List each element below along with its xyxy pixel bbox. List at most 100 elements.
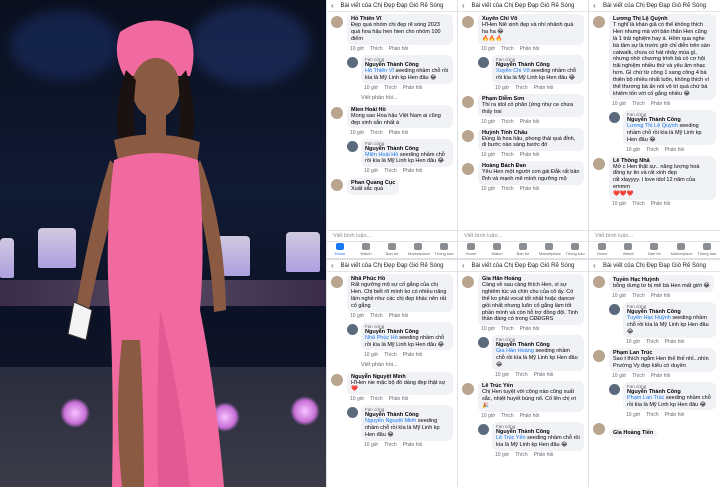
tab-home[interactable]: Home <box>461 242 481 256</box>
reply-button[interactable]: Phản hồi <box>389 130 409 136</box>
reply-button[interactable]: Phản hồi <box>534 85 554 91</box>
like-button[interactable]: Thích <box>370 130 383 136</box>
avatar[interactable] <box>609 111 620 123</box>
reply-button[interactable]: Phản hồi <box>520 119 540 125</box>
comment-input[interactable]: Viết bình luận... <box>327 230 457 241</box>
tab-notifications[interactable]: Thông báo <box>434 242 454 256</box>
avatar[interactable] <box>478 337 489 349</box>
avatar[interactable] <box>331 276 343 288</box>
reply-button[interactable]: Phản hồi <box>389 396 409 402</box>
back-arrow-icon[interactable]: ‹ <box>331 261 334 270</box>
tab-home[interactable]: Home <box>330 242 350 256</box>
like-button[interactable]: Thích <box>501 46 514 52</box>
avatar[interactable] <box>593 422 605 435</box>
like-button[interactable]: Thích <box>515 372 528 378</box>
reply-button[interactable]: Phản hồi <box>651 201 671 207</box>
mention-link[interactable]: Tuyền Hạc Huỳnh <box>627 315 671 321</box>
avatar[interactable] <box>609 383 620 395</box>
reply-button[interactable]: Phản hồi <box>520 326 540 332</box>
mention-link[interactable]: Lương Thị Lệ Quỳnh <box>627 123 678 129</box>
reply-button[interactable]: Phản hồi <box>403 85 423 91</box>
reply-button[interactable]: Phản hồi <box>665 339 685 345</box>
like-button[interactable]: Thích <box>501 186 514 192</box>
mention-link[interactable]: Gia Hân Hoàng <box>496 348 534 354</box>
like-button[interactable]: Thích <box>501 152 514 158</box>
like-button[interactable]: Thích <box>384 85 397 91</box>
reply-button[interactable]: Phản hồi <box>403 352 423 358</box>
like-button[interactable]: Thích <box>370 313 383 319</box>
back-arrow-icon[interactable]: ‹ <box>331 1 334 10</box>
tab-watch[interactable]: Watch <box>356 242 376 256</box>
tab-friends[interactable]: Bạn bè <box>513 242 533 256</box>
reply-button[interactable]: Phản hồi <box>520 413 540 419</box>
avatar[interactable] <box>347 140 358 152</box>
avatar[interactable] <box>593 157 605 170</box>
avatar[interactable] <box>331 373 343 386</box>
like-button[interactable]: Thích <box>384 442 397 448</box>
avatar[interactable] <box>462 95 474 108</box>
avatar[interactable] <box>593 16 605 28</box>
avatar[interactable] <box>462 276 474 288</box>
tab-notifications[interactable]: Thông báo <box>565 242 585 256</box>
like-button[interactable]: Thích <box>515 452 528 458</box>
tab-watch[interactable]: Watch <box>487 242 507 256</box>
reply-button[interactable]: Phản hồi <box>389 46 409 52</box>
write-reply-link[interactable]: Viết phản hồi... <box>327 359 457 370</box>
reply-button[interactable]: Phản hồi <box>534 452 554 458</box>
reply-button[interactable]: Phản hồi <box>665 412 685 418</box>
reply-button[interactable]: Phản hồi <box>403 168 423 174</box>
like-button[interactable]: Thích <box>632 293 645 299</box>
reply-button[interactable]: Phản hồi <box>403 442 423 448</box>
tab-home[interactable]: Home <box>592 242 612 256</box>
avatar[interactable] <box>347 323 358 335</box>
like-button[interactable]: Thích <box>632 101 645 107</box>
like-button[interactable]: Thích <box>646 412 659 418</box>
mention-link[interactable]: Phạm Lan Trúc <box>627 395 664 401</box>
avatar[interactable] <box>347 56 358 68</box>
reply-button[interactable]: Phản hồi <box>651 373 671 379</box>
write-reply-link[interactable]: Viết phản hồi... <box>327 92 457 103</box>
like-button[interactable]: Thích <box>384 168 397 174</box>
reply-button[interactable]: Phản hồi <box>534 372 554 378</box>
avatar[interactable] <box>478 423 489 435</box>
avatar[interactable] <box>478 56 489 68</box>
like-button[interactable]: Thích <box>632 201 645 207</box>
avatar[interactable] <box>593 349 605 362</box>
like-button[interactable]: Thích <box>370 396 383 402</box>
back-arrow-icon[interactable]: ‹ <box>593 1 596 10</box>
mention-link[interactable]: Xuyên Chi Võ <box>496 68 530 74</box>
tab-marketplace[interactable]: Marketplace <box>539 242 561 256</box>
avatar[interactable] <box>462 16 474 28</box>
avatar[interactable] <box>331 106 343 119</box>
avatar[interactable] <box>331 16 343 28</box>
reply-button[interactable]: Phản hồi <box>520 186 540 192</box>
avatar[interactable] <box>347 407 358 419</box>
mention-link[interactable]: Hồ Thiên Vĩ <box>365 68 394 74</box>
reply-button[interactable]: Phản hồi <box>651 293 671 299</box>
like-button[interactable]: Thích <box>501 326 514 332</box>
like-button[interactable]: Thích <box>632 373 645 379</box>
back-arrow-icon[interactable]: ‹ <box>462 261 465 270</box>
avatar[interactable] <box>331 179 343 192</box>
like-button[interactable]: Thích <box>646 147 659 153</box>
tab-marketplace[interactable]: Marketplace <box>408 242 430 256</box>
tab-friends[interactable]: Bạn bè <box>644 242 664 256</box>
mention-link[interactable]: Nhã Phúc Hồ <box>365 335 398 341</box>
avatar[interactable] <box>462 129 474 142</box>
like-button[interactable]: Thích <box>646 339 659 345</box>
reply-button[interactable]: Phản hồi <box>665 147 685 153</box>
tab-watch[interactable]: Watch <box>618 242 638 256</box>
avatar[interactable] <box>609 304 620 315</box>
tab-marketplace[interactable]: Marketplace <box>671 242 692 256</box>
tab-notifications[interactable]: Thông báo <box>697 242 717 256</box>
like-button[interactable]: Thích <box>384 352 397 358</box>
mention-link[interactable]: Miên Hoài Hồ <box>365 152 398 158</box>
comment-input[interactable]: Viết bình luận... <box>589 230 720 241</box>
back-arrow-icon[interactable]: ‹ <box>593 261 596 270</box>
avatar[interactable] <box>462 383 474 396</box>
comment-input[interactable]: Viết bình luận... <box>458 230 588 241</box>
like-button[interactable]: Thích <box>370 46 383 52</box>
mention-link[interactable]: Lê Trúc Yến <box>496 435 526 441</box>
reply-button[interactable]: Phản hồi <box>389 313 409 319</box>
avatar[interactable] <box>593 276 605 288</box>
